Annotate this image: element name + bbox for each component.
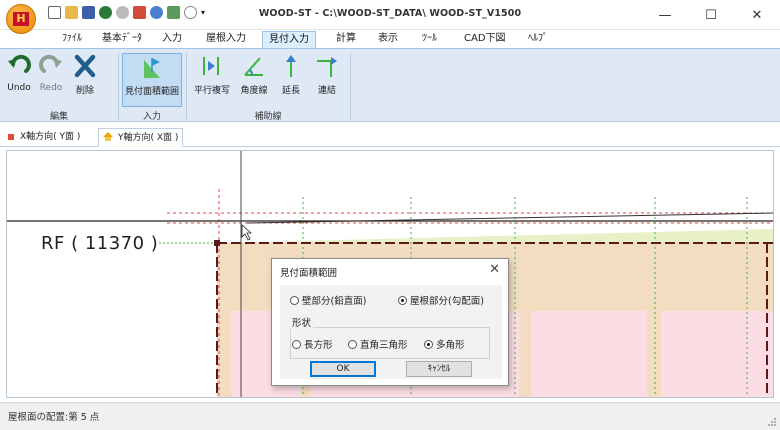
undo-arrow-icon	[8, 54, 31, 73]
delete-label: 削除	[75, 86, 94, 96]
radio-circle[interactable]	[348, 339, 357, 349]
ribbon-group-aux: 補助線	[254, 112, 282, 122]
app-logo-letter: H	[13, 12, 29, 26]
angle-line-button[interactable]: 角度線	[236, 53, 272, 103]
area-range-button[interactable]: 見付面積範囲	[122, 53, 182, 107]
status-bar: 屋根面の配置:第 5 点	[0, 402, 780, 430]
radio-circle-selected[interactable]	[424, 339, 433, 349]
ribbon-separator	[350, 53, 351, 119]
doc-tab-y-axis-label: Y軸方向( X面 )	[118, 133, 179, 143]
tab-cad-underlay[interactable]: CAD下図	[458, 31, 512, 48]
connect-line-icon	[317, 57, 337, 77]
title-bar: H ▾ WOOD-ST - C:\WOOD-ST_DATA\ WOOD-ST_V…	[0, 0, 780, 34]
roof-area	[217, 229, 773, 243]
ribbon-group-edit: 編集	[49, 112, 68, 122]
tab-basic-data[interactable]: 基本ﾃﾞｰﾀ	[96, 31, 148, 48]
angle-line-icon	[244, 57, 263, 76]
extend-label: 延長	[281, 86, 300, 96]
area-flag-icon	[144, 58, 160, 78]
radio-circle-selected[interactable]	[398, 295, 407, 305]
dialog-body: 壁部分(鉛直面) 屋根部分(勾配面) 形状 長方形 直角三角形 多角形 OK ｷ…	[280, 285, 502, 379]
radio-wall-part-label: 壁部分(鉛直面)	[302, 296, 367, 307]
radio-rectangle[interactable]: 長方形	[292, 337, 333, 351]
area-range-label: 見付面積範囲	[124, 87, 179, 97]
close-button[interactable]: ✕	[734, 0, 780, 30]
shape-legend: 形状	[290, 315, 314, 329]
pink-panel	[661, 311, 773, 397]
doc-tab-y-axis[interactable]: Y軸方向( X面 )	[98, 128, 184, 147]
radio-circle[interactable]	[290, 295, 299, 305]
radio-roof-part[interactable]: 屋根部分(勾配面)	[398, 293, 484, 307]
document-tabs: X軸方向( Y面 ) Y軸方向( X面 )	[0, 127, 780, 147]
vertex-marker[interactable]	[214, 240, 220, 246]
radio-polygon[interactable]: 多角形	[424, 337, 465, 351]
doc-tab-x-axis[interactable]: X軸方向( Y面 )	[4, 128, 84, 147]
connect-button[interactable]: 連結	[310, 53, 344, 103]
radio-right-triangle[interactable]: 直角三角形	[348, 337, 408, 351]
pink-panel	[531, 311, 647, 397]
redo-arrow-icon	[39, 54, 62, 73]
dialog-title: 見付面積範囲	[280, 268, 338, 279]
tab-elevation-input[interactable]: 見付入力	[262, 31, 316, 48]
radio-circle[interactable]	[292, 339, 301, 349]
tab-calculation[interactable]: 計算	[330, 31, 362, 48]
radio-rectangle-label: 長方形	[304, 340, 333, 351]
tab-view[interactable]: 表示	[372, 31, 404, 48]
ribbon-group-input: 入力	[142, 112, 161, 122]
cancel-button[interactable]: ｷｬﾝｾﾙ	[406, 361, 472, 377]
doc-tab-x-axis-label: X軸方向( Y面 )	[20, 132, 81, 142]
extend-line-icon	[286, 55, 296, 77]
tab-help[interactable]: ﾍﾙﾌﾟ	[522, 31, 554, 48]
redo-button[interactable]: Redo	[36, 53, 66, 103]
house-icon	[103, 132, 113, 141]
app-logo[interactable]: H	[6, 4, 36, 34]
parallel-copy-icon	[203, 57, 219, 75]
delete-button[interactable]: 削除	[70, 53, 100, 103]
radio-right-triangle-label: 直角三角形	[360, 340, 408, 351]
maximize-button[interactable]: ☐	[688, 0, 734, 30]
minimize-button[interactable]: —	[642, 0, 688, 30]
connect-label: 連結	[317, 86, 336, 96]
menu-bar: ﾌｧｲﾙ 基本ﾃﾞｰﾀ 入力 屋根入力 見付入力 計算 表示 ﾂｰﾙ CAD下図…	[0, 30, 780, 48]
tab-tools[interactable]: ﾂｰﾙ	[416, 31, 443, 48]
angle-line-label: 角度線	[240, 86, 268, 96]
ribbon: Undo Redo 削除 編集 見付面積範囲 入力 平行複写 角度線 延長 連結…	[0, 48, 780, 122]
mouse-pointer-icon	[241, 224, 253, 241]
dialog-close-button[interactable]: ✕	[489, 262, 500, 277]
delete-x-icon	[74, 54, 96, 78]
undo-button[interactable]: Undo	[4, 53, 34, 103]
radio-roof-part-label: 屋根部分(勾配面)	[410, 296, 484, 307]
extend-button[interactable]: 延長	[276, 53, 306, 103]
undo-label: Undo	[7, 83, 31, 93]
level-label: RF ( 11370 )	[41, 233, 159, 254]
resize-grip-icon[interactable]	[767, 417, 777, 427]
tab-roof-input[interactable]: 屋根入力	[200, 31, 252, 48]
area-range-dialog: 見付面積範囲 ✕ 壁部分(鉛直面) 屋根部分(勾配面) 形状 長方形 直角三角形…	[271, 258, 509, 386]
status-text: 屋根面の配置:第 5 点	[8, 412, 100, 423]
parallel-copy-label: 平行複写	[193, 86, 230, 96]
tab-file[interactable]: ﾌｧｲﾙ	[56, 31, 88, 48]
parallel-copy-button[interactable]: 平行複写	[192, 53, 232, 103]
radio-wall-part[interactable]: 壁部分(鉛直面)	[290, 293, 366, 307]
tab-input[interactable]: 入力	[156, 31, 188, 48]
ok-button[interactable]: OK	[310, 361, 376, 377]
red-square-icon	[8, 133, 14, 140]
radio-polygon-label: 多角形	[436, 340, 465, 351]
redo-label: Redo	[39, 83, 63, 93]
